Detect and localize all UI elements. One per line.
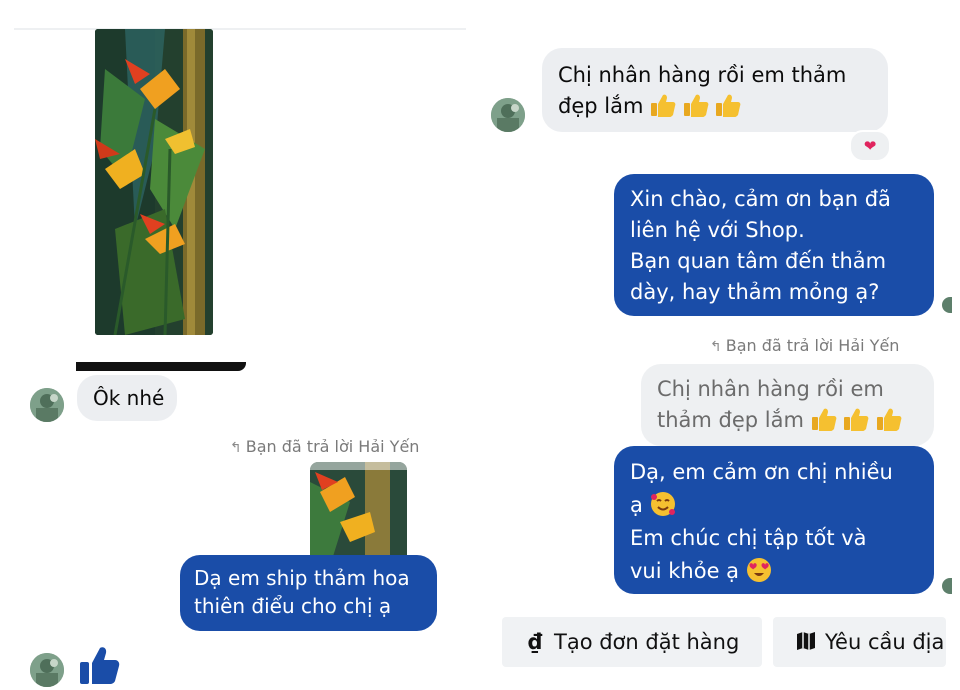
message-line: ạ	[630, 489, 918, 522]
message-text: đẹp lắm	[558, 94, 644, 118]
quoted-message[interactable]: Chị nhân hàng rồi em thảm đẹp lắm	[641, 364, 934, 446]
message-line: Chị nhân hàng rồi em thảm	[558, 63, 847, 87]
message-line: đẹp lắm	[558, 91, 872, 122]
message-line: vui khỏe ạ	[630, 555, 918, 588]
map-icon	[793, 617, 819, 667]
thumbs-up-icon[interactable]	[78, 644, 120, 686]
incoming-message[interactable]: Ôk nhé	[77, 375, 177, 421]
message-text: thảm đẹp lắm	[657, 408, 804, 432]
contact-avatar[interactable]	[491, 98, 525, 132]
reply-note-text: Bạn đã trả lời Hải Yến	[245, 437, 420, 456]
thumbs-up-emoji-icon	[716, 94, 741, 117]
message-text: vui khỏe ạ	[630, 559, 740, 583]
message-line: liên hệ với Shop.	[630, 218, 805, 242]
thumbs-up-emoji-icon	[683, 94, 709, 117]
reply-arrow-icon: ↰	[710, 339, 722, 355]
thumbs-up-emoji-icon	[877, 408, 902, 431]
heart-eyes-face-icon	[746, 558, 771, 582]
carpet-image[interactable]	[95, 29, 213, 335]
outgoing-message[interactable]: Dạ, em cảm ơn chị nhiều ạ Em chúc chị tậ…	[614, 446, 934, 594]
message-line: Bạn quan tâm đến thảm	[630, 249, 887, 273]
request-address-label: Yêu cầu địa	[825, 630, 945, 654]
heart-icon: ❤	[863, 137, 877, 155]
thumbs-up-emoji-icon	[651, 94, 676, 117]
incoming-message[interactable]: Chị nhân hàng rồi em thảm đẹp lắm	[542, 48, 888, 132]
reply-note-text: Bạn đã trả lời Hải Yến	[725, 336, 900, 355]
reply-arrow-icon: ↰	[230, 440, 242, 456]
seen-avatar	[942, 297, 952, 313]
reply-indicator: ↰ Bạn đã trả lời Hải Yến	[230, 437, 419, 456]
message-line: thảm đẹp lắm	[657, 405, 918, 436]
message-text: Dạ em ship thảm hoa thiên điểu cho chị ạ	[194, 566, 410, 618]
message-text: Ôk nhé	[93, 386, 165, 410]
outgoing-message[interactable]: Dạ em ship thảm hoa thiên điểu cho chị ạ	[180, 555, 437, 631]
outgoing-message[interactable]: Xin chào, cảm ơn bạn đã liên hệ với Shop…	[614, 174, 934, 316]
message-line: Xin chào, cảm ơn bạn đã	[630, 187, 891, 211]
dong-currency-icon: ₫	[527, 630, 543, 654]
cropped-image-bar	[76, 362, 246, 371]
thumbs-up-emoji-icon	[811, 408, 837, 431]
message-text: ạ	[630, 493, 643, 517]
contact-avatar[interactable]	[30, 388, 64, 422]
smiling-face-with-hearts-icon	[650, 492, 675, 516]
contact-avatar[interactable]	[30, 653, 64, 687]
divider	[14, 28, 466, 30]
message-line: Chị nhân hàng rồi em	[657, 377, 884, 401]
message-line: dày, hay thảm mỏng ạ?	[630, 280, 880, 304]
message-line: Em chúc chị tập tốt và	[630, 526, 867, 550]
request-address-button[interactable]: Yêu cầu địa	[773, 617, 946, 667]
create-order-button[interactable]: ₫ Tạo đơn đặt hàng	[502, 617, 762, 667]
quoted-image-preview[interactable]	[310, 462, 407, 566]
heart-reaction[interactable]: ❤	[849, 130, 891, 162]
reply-indicator: ↰ Bạn đã trả lời Hải Yến	[710, 336, 899, 355]
seen-avatar	[942, 578, 952, 594]
message-line: Dạ, em cảm ơn chị nhiều	[630, 460, 893, 484]
create-order-label: Tạo đơn đặt hàng	[554, 630, 740, 654]
thumbs-up-emoji-icon	[844, 408, 869, 431]
